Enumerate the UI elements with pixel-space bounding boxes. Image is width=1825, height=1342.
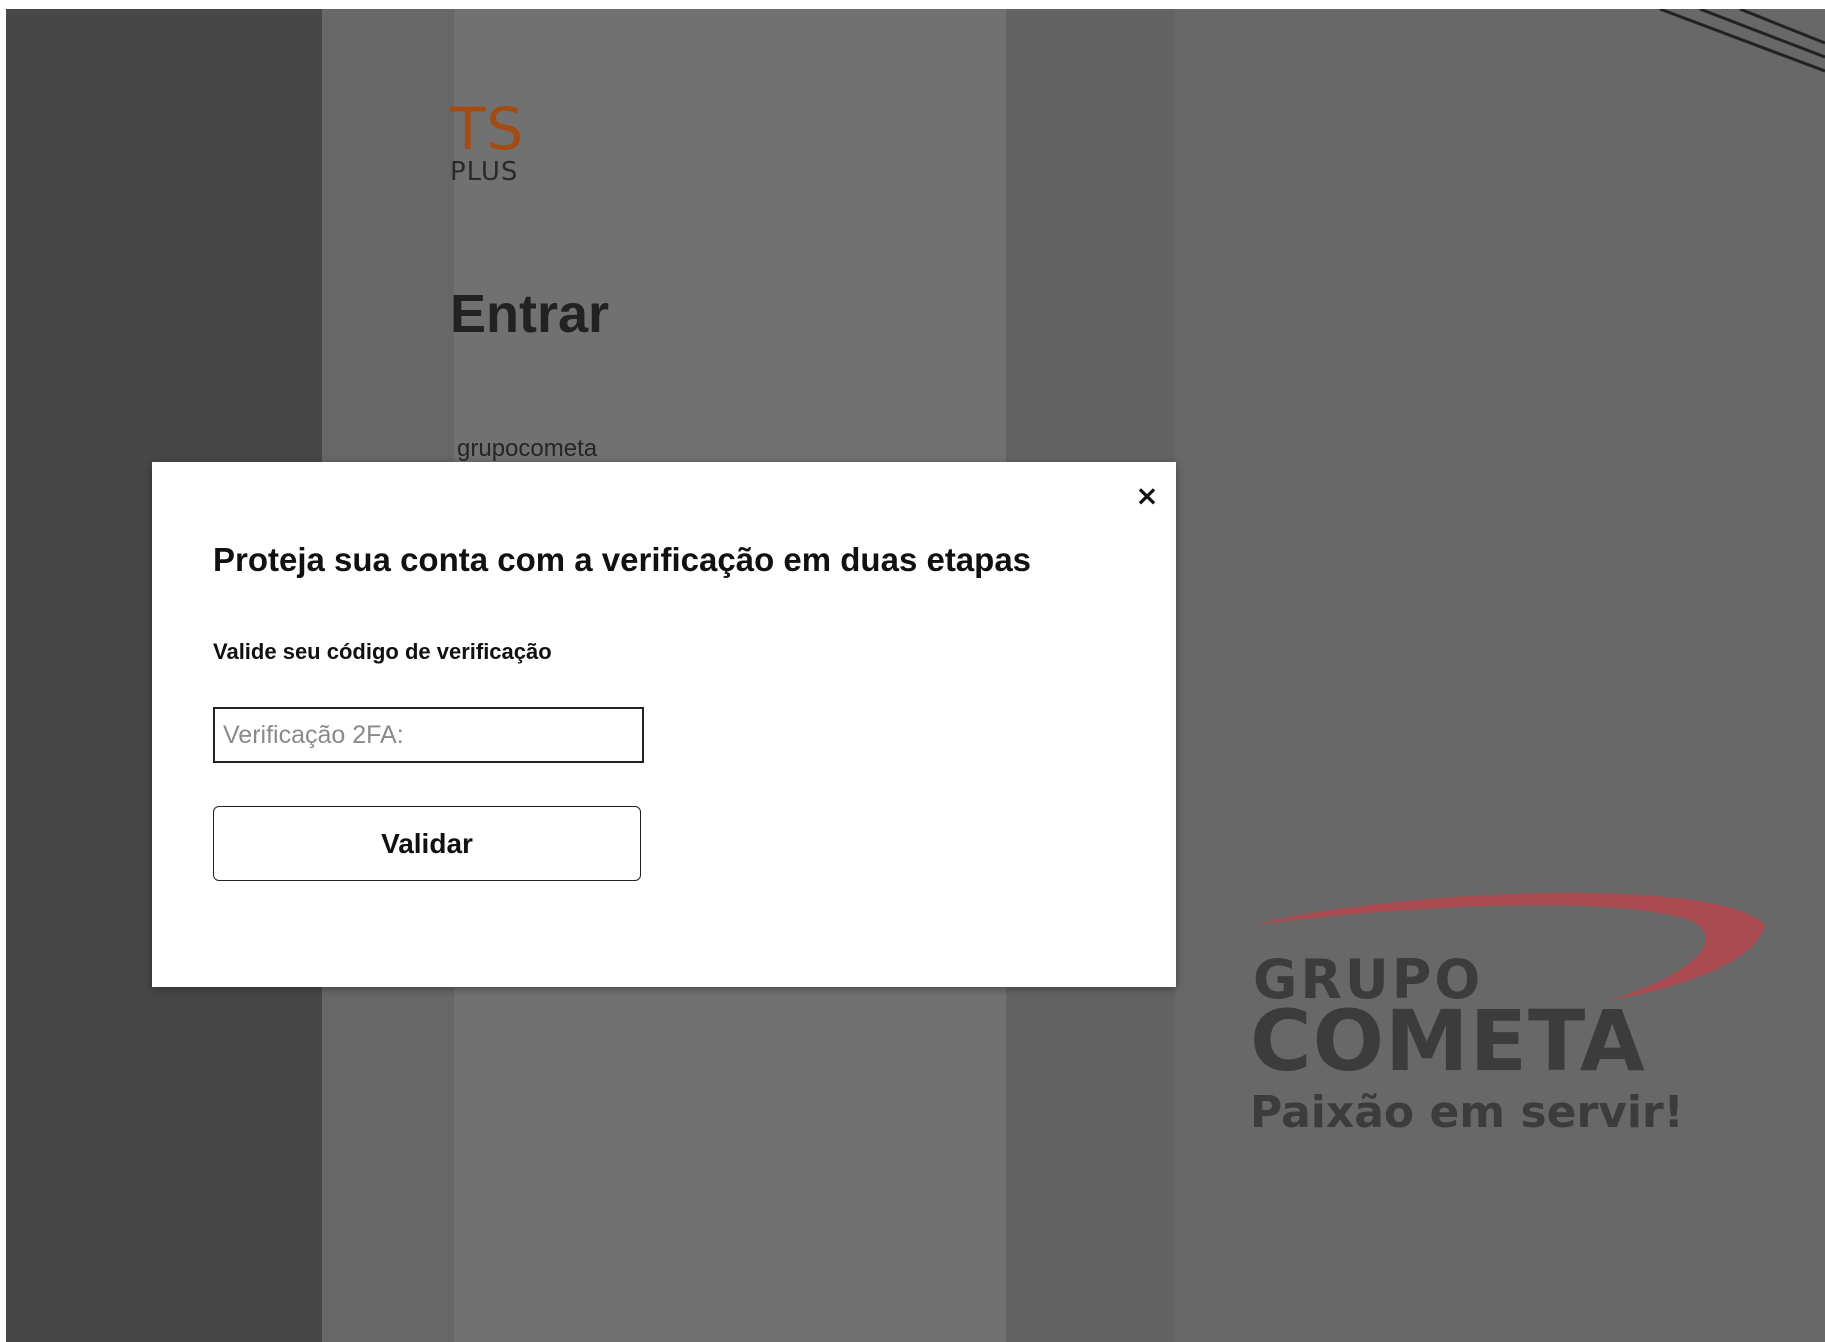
tsplus-logo-plus: PLUS — [450, 157, 519, 187]
close-icon[interactable]: × — [1127, 472, 1167, 518]
modal-subtitle: Valide seu código de verificação — [213, 639, 552, 664]
page-title: Entrar — [450, 284, 610, 344]
cometa-tagline: Paixão em servir! — [1250, 1087, 1684, 1138]
corner-lines-decoration — [1659, 9, 1825, 73]
username-value: grupocometa — [457, 435, 598, 462]
cometa-logo-name: COMETA — [1250, 992, 1646, 1090]
modal-title: Proteja sua conta com a verificação em d… — [213, 541, 1032, 578]
verification-code-input[interactable] — [213, 707, 644, 763]
validate-button[interactable]: Validar — [213, 806, 641, 881]
tsplus-logo: TS — [450, 95, 525, 163]
bg-panel-right-light — [1175, 9, 1825, 1342]
